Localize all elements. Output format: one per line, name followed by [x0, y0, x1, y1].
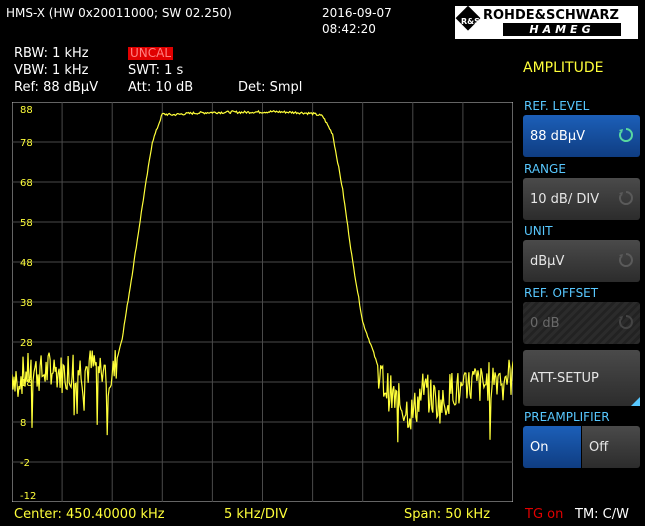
y-tick-label: 78	[20, 138, 33, 149]
unit-softkey[interactable]: dBµV	[523, 240, 640, 282]
unit-value: dBµV	[530, 253, 565, 269]
unit-label: UNIT	[524, 224, 553, 238]
ref-level-value: 88 dBµV	[530, 128, 586, 144]
ref-offset-label: REF. OFFSET	[524, 286, 599, 300]
ref-offset-value: 0 dB	[530, 315, 560, 331]
y-tick-label: 38	[20, 298, 33, 309]
y-tick-label: 8	[20, 418, 26, 429]
brand-top: ROHDE&SCHWARZ	[483, 8, 619, 23]
y-tick-label: 28	[20, 338, 33, 349]
y-tick-label: -12	[20, 491, 36, 502]
range-label: RANGE	[524, 162, 566, 176]
center-frequency: Center: 450.40000 kHz	[14, 507, 165, 522]
det-readout: Det: Smpl	[238, 80, 303, 95]
rotary-knob-icon	[619, 128, 633, 142]
ref-offset-softkey[interactable]: 0 dB	[523, 302, 640, 344]
rotary-knob-icon	[619, 315, 633, 329]
submenu-corner-icon	[631, 397, 640, 406]
tm-status: TM: C/W	[575, 507, 629, 522]
preamp-label: PREAMPLIFIER	[524, 410, 610, 424]
range-softkey[interactable]: 10 dB/ DIV	[523, 178, 640, 220]
div-readout: 5 kHz/DIV	[224, 507, 288, 522]
vbw-readout: VBW: 1 kHz	[14, 63, 89, 78]
rbw-readout: RBW: 1 kHz	[14, 46, 89, 61]
preamp-off-button[interactable]: Off	[582, 426, 640, 468]
preamp-on-label: On	[530, 439, 549, 455]
y-tick-label: 68	[20, 178, 33, 189]
att-setup-softkey[interactable]: ATT-SETUP	[523, 350, 640, 406]
range-value: 10 dB/ DIV	[530, 191, 600, 207]
y-tick-label: 58	[20, 218, 33, 229]
brand-logo: R&S ROHDE&SCHWARZ HAMEG	[455, 5, 638, 39]
brand-bottom: HAMEG	[503, 23, 621, 36]
rotary-knob-icon	[619, 191, 633, 205]
svg-text:R&S: R&S	[461, 17, 480, 26]
uncal-badge: UNCAL	[128, 46, 174, 60]
ref-level-softkey[interactable]: 88 dBµV	[523, 115, 640, 157]
date-display: 2016-09-07	[322, 6, 392, 20]
ref-level-label: REF. LEVEL	[524, 99, 590, 113]
att-setup-label: ATT-SETUP	[530, 370, 599, 386]
y-tick-label: 48	[20, 258, 33, 269]
preamp-off-label: Off	[589, 439, 609, 455]
swt-readout: SWT: 1 s	[128, 63, 184, 78]
y-tick-label: -2	[20, 458, 30, 469]
spectrum-display: 88786858483828188-2-12	[12, 102, 513, 502]
y-tick-label: 88	[20, 105, 33, 116]
device-info: HMS-X (HW 0x20011000; SW 02.250)	[6, 6, 232, 20]
rotary-knob-icon	[619, 253, 633, 267]
time-display: 08:42:20	[322, 22, 376, 36]
ref-readout: Ref: 88 dBµV	[14, 80, 99, 95]
tg-status: TG on	[525, 507, 564, 522]
preamp-on-button[interactable]: On	[523, 426, 581, 468]
span-readout: Span: 50 kHz	[404, 507, 491, 522]
menu-title: AMPLITUDE	[523, 60, 604, 76]
att-readout: Att: 10 dB	[128, 80, 194, 95]
